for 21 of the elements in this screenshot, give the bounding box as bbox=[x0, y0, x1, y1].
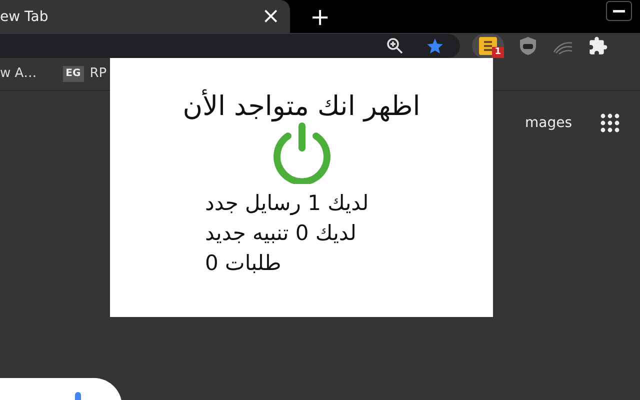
tab-title: ew Tab bbox=[0, 8, 48, 24]
notification-badge: 1 bbox=[492, 46, 504, 58]
close-tab-button[interactable]: × bbox=[262, 6, 280, 28]
minimize-icon[interactable] bbox=[606, 1, 632, 21]
extension-button[interactable]: 1 bbox=[472, 34, 504, 58]
status-line: لديك 0 تنبيه جديد bbox=[205, 220, 356, 248]
new-tab-button[interactable]: + bbox=[310, 4, 330, 28]
popup-title: اظهر انك متواجد الأن bbox=[182, 91, 420, 122]
bookmark-item[interactable]: w A… bbox=[0, 66, 37, 82]
shield-icon[interactable] bbox=[518, 36, 538, 56]
star-icon[interactable] bbox=[426, 36, 444, 54]
zoom-icon[interactable] bbox=[386, 36, 404, 54]
status-line: طلبات 0 bbox=[205, 250, 282, 278]
puzzle-icon[interactable] bbox=[588, 36, 608, 56]
browser-tab[interactable]: ew Tab × bbox=[0, 0, 290, 33]
extension-icon bbox=[479, 36, 497, 54]
images-link[interactable]: mages bbox=[524, 115, 572, 131]
bookmark-favicon[interactable]: EG bbox=[62, 66, 84, 82]
status-line: لديك 1 رسايل جدد bbox=[205, 190, 369, 218]
apps-grid-icon[interactable] bbox=[600, 113, 620, 133]
bookmark-item[interactable]: RP bbox=[90, 66, 107, 82]
